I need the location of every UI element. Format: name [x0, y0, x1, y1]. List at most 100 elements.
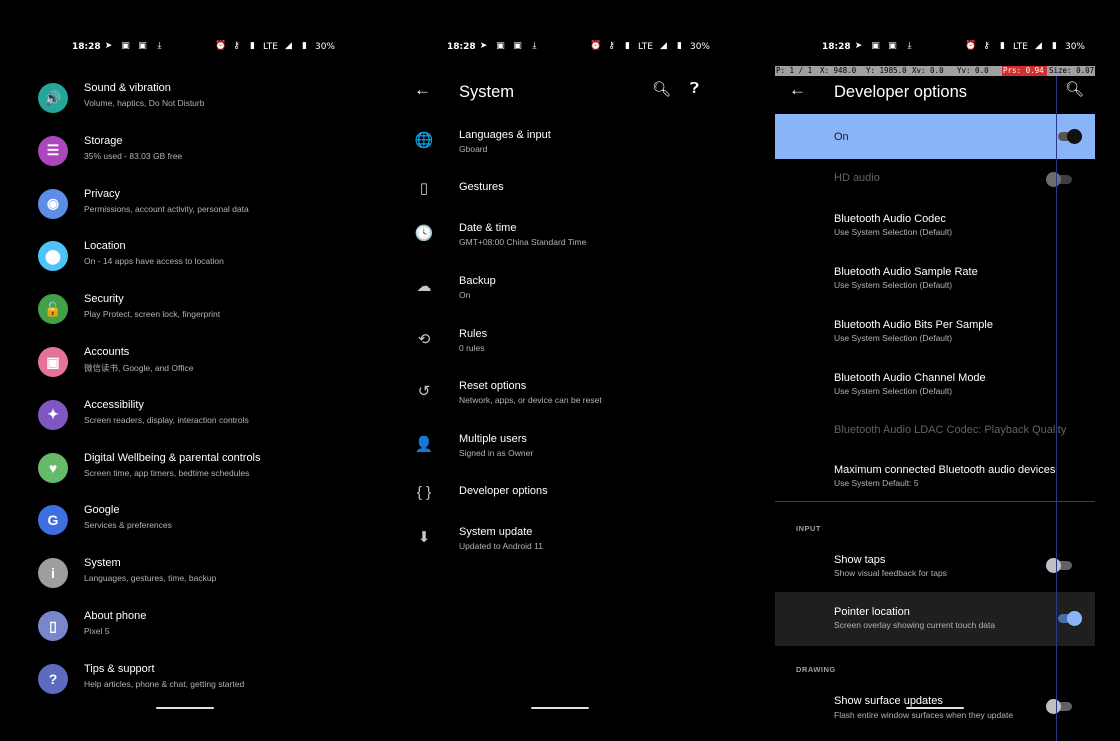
- settings-item[interactable]: 🔊 Sound & vibration Volume, haptics, Do No…: [37, 80, 337, 124]
- settings-item[interactable]: ☰ Storage 35% used - 83.03 GB free: [37, 133, 337, 177]
- settings-item[interactable]: 🔓 Security Play Protect, screen lock, fing…: [37, 291, 337, 335]
- globe-icon: 🌐: [414, 132, 434, 149]
- settings-item[interactable]: ▯ About phone Pixel 5: [37, 608, 337, 652]
- settings-item-subtitle: Volume, haptics, Do Not Disturb: [84, 98, 205, 108]
- system-item-subtitle: 0 rules: [459, 343, 485, 353]
- telegram-icon: ➤: [854, 41, 863, 51]
- settings-item[interactable]: ✦ Accessibility Screen readers, display, i…: [37, 397, 337, 441]
- developer-options-screen: 18:28 ➤ ▣ ▣ ⤓ ⏰ ⚷ ▮ LTE ◢ ▮ 30% P: 1 / 1…: [775, 0, 1095, 741]
- system-icons: ⏰ ⚷ ▮ LTE ◢ ▮ 30%: [965, 41, 1095, 52]
- settings-item-title: Storage: [84, 134, 123, 147]
- system-item-subtitle: GMT+08:00 China Standard Time: [459, 237, 587, 247]
- divider: [775, 501, 1095, 502]
- signal-icon: ◢: [1035, 41, 1042, 51]
- pointer-y: Y: 1985.0: [866, 66, 907, 75]
- system-item[interactable]: 🕓 Date & time GMT+08:00 China Standard Tim…: [400, 222, 720, 266]
- show-taps-subtitle: Show visual feedback for taps: [834, 568, 947, 578]
- show-taps-switch[interactable]: [1046, 558, 1072, 573]
- system-icons: ⏰ ⚷ ▮ LTE ◢ ▮ 30%: [215, 41, 345, 52]
- page-title: Developer options: [834, 83, 967, 101]
- settings-item[interactable]: ⬤ Location On - 14 apps have access to loc…: [37, 238, 337, 282]
- settings-item[interactable]: i System Languages, gestures, time, backup: [37, 555, 337, 599]
- battery-icon: ▮: [301, 41, 307, 51]
- settings-item[interactable]: G Google Services & preferences: [37, 502, 337, 546]
- help-icon: ?: [38, 663, 68, 694]
- section-header-input: INPUT: [796, 524, 821, 533]
- signal-icon: ◢: [285, 41, 292, 51]
- hd-audio-switch[interactable]: [1046, 172, 1072, 187]
- accounts-icon: ▣: [38, 347, 68, 377]
- bluetooth-setting-title: Bluetooth Audio Sample Rate: [834, 266, 978, 278]
- gallery-icon: ▣: [871, 41, 880, 51]
- system-item[interactable]: 🌐 Languages & input Gboard: [400, 129, 720, 173]
- bluetooth-setting-row[interactable]: Bluetooth Audio Sample Rate Use System Se…: [775, 266, 1095, 310]
- nav-handle[interactable]: [906, 707, 964, 709]
- system-item-title: Reset options: [459, 380, 527, 392]
- settings-screen: 18:28 ➤ ▣ ▣ ⤓ ⏰ ⚷ ▮ LTE ◢ ▮ 30% 🔊 Sound &…: [25, 0, 345, 741]
- battery-level: 30%: [689, 41, 710, 52]
- bluetooth-setting-row[interactable]: Bluetooth Audio Channel Mode Use System S…: [775, 372, 1095, 416]
- settings-item[interactable]: ♥ Digital Wellbeing & parental controls Sc…: [37, 450, 337, 494]
- privacy-icon: ◉: [38, 188, 68, 219]
- settings-item-title: Accounts: [84, 346, 130, 358]
- nav-handle[interactable]: [531, 707, 589, 709]
- settings-item-title: Privacy: [84, 187, 121, 200]
- system-item[interactable]: ↺ Reset options Network, apps, or device c…: [400, 380, 720, 424]
- status-time: 18:28: [72, 42, 101, 52]
- alarm-icon: ⏰: [590, 41, 602, 51]
- ldac-row[interactable]: Bluetooth Audio LDAC Codec: Playback Qua…: [775, 424, 1095, 468]
- pointer-pressure: Prs: 0.94: [1002, 66, 1047, 76]
- download-icon: ⤓: [907, 41, 912, 51]
- settings-item[interactable]: ◉ Privacy Permissions, account activity, p…: [37, 186, 337, 230]
- settings-item-subtitle: Screen time, app timers, bedtime schedul…: [84, 467, 250, 478]
- system-item[interactable]: ⟲ Rules 0 rules: [400, 328, 720, 372]
- developer-options-master-toggle[interactable]: On: [775, 114, 1095, 159]
- system-item-subtitle: Gboard: [459, 144, 488, 154]
- settings-item-title: Security: [84, 293, 124, 306]
- settings-item-subtitle: Screen readers, display, interaction con…: [84, 414, 249, 425]
- accessibility-icon: ✦: [38, 399, 68, 430]
- alarm-icon: ⏰: [965, 41, 977, 51]
- surface-updates-row[interactable]: Show surface updates Flash entire window…: [775, 695, 1095, 739]
- gallery-icon: ▣: [513, 41, 522, 51]
- alarm-icon: ⏰: [215, 41, 227, 51]
- pointer-location-row[interactable]: Pointer location Screen overlay showing …: [775, 606, 1095, 650]
- pointer-count: P: 1 / 1: [776, 66, 813, 75]
- bluetooth-setting-row[interactable]: Bluetooth Audio Codec Use System Selectio…: [775, 213, 1095, 257]
- system-item[interactable]: ⬇ System update Updated to Android 11: [400, 526, 720, 570]
- bluetooth-setting-row[interactable]: Bluetooth Audio Bits Per Sample Use Syste…: [775, 319, 1095, 363]
- settings-item[interactable]: ? Tips & support Help articles, phone & ch…: [37, 661, 337, 705]
- system-item-title: Backup: [459, 275, 496, 287]
- hd-audio-row[interactable]: HD audio: [775, 172, 1095, 216]
- location-icon: ⬤: [38, 241, 68, 272]
- status-bar: 18:28 ➤ ▣ ▣ ⤓ ⏰ ⚷ ▮ LTE ◢ ▮ 30%: [775, 40, 1095, 56]
- system-item[interactable]: ☁ Backup On: [400, 275, 720, 319]
- system-item-title: Gestures: [459, 181, 504, 193]
- status-bar: 18:28 ➤ ▣ ▣ ⤓ ⏰ ⚷ ▮ LTE ◢ ▮ 30%: [25, 40, 345, 56]
- search-icon[interactable]: 🔍︎: [652, 80, 671, 98]
- nav-handle[interactable]: [156, 707, 214, 709]
- system-item[interactable]: 👤 Multiple users Signed in as Owner: [400, 433, 720, 477]
- pointer-location-switch[interactable]: [1056, 611, 1082, 626]
- gestures-icon: ▯: [419, 180, 429, 197]
- download-icon: ⤓: [157, 41, 162, 51]
- settings-item-subtitle: 微信读书, Google, and Office: [84, 363, 194, 373]
- battery-icon: ▮: [1051, 41, 1057, 51]
- ldac-label: Bluetooth Audio LDAC Codec: Playback Qua…: [834, 424, 1067, 436]
- system-item-subtitle: Network, apps, or device can be reset: [459, 395, 602, 405]
- info-icon: i: [38, 558, 68, 589]
- settings-item-subtitle: Pixel 5: [84, 626, 110, 636]
- settings-item[interactable]: ▣ Accounts 微信读书, Google, and Office: [37, 344, 337, 388]
- network-type: LTE: [263, 41, 278, 52]
- storage-icon: ☰: [38, 135, 68, 166]
- system-item[interactable]: ▯ Gestures: [400, 180, 720, 225]
- surface-updates-switch[interactable]: [1046, 699, 1072, 714]
- help-icon[interactable]: ❓︎: [690, 80, 699, 97]
- app-bar: ← System 🔍︎ ❓︎: [400, 78, 720, 106]
- back-arrow-icon[interactable]: ←: [789, 80, 806, 100]
- system-item-title: System update: [459, 526, 533, 538]
- master-switch[interactable]: [1056, 129, 1082, 144]
- back-arrow-icon[interactable]: ←: [414, 80, 431, 100]
- search-icon[interactable]: 🔍︎: [1065, 80, 1084, 98]
- system-item[interactable]: { } Developer options: [400, 484, 720, 529]
